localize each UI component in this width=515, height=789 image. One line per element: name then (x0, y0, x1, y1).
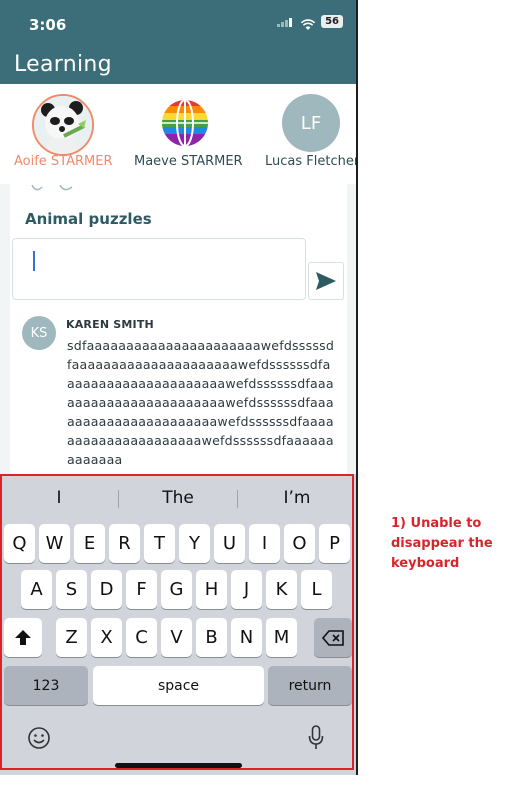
avatar-initials: LF (300, 112, 322, 134)
status-icons: 56 (277, 15, 343, 30)
annotation-highlight-box (0, 474, 354, 770)
participant-name-lucas[interactable]: Lucas Fletcher (265, 154, 357, 169)
send-icon (316, 272, 336, 290)
chat-title: Animal puzzles (25, 210, 152, 228)
message-input[interactable] (12, 238, 306, 300)
send-button[interactable] (308, 262, 344, 300)
message-author: KAREN SMITH (66, 318, 154, 331)
device-edge (356, 0, 358, 775)
status-time: 3:06 (29, 16, 67, 34)
chat-area: Animal puzzles KS KAREN SMITH sdfaaaaaaa… (0, 184, 357, 484)
chat-card: Animal puzzles KS KAREN SMITH sdfaaaaaaa… (10, 184, 347, 484)
battery-icon: 56 (321, 15, 343, 28)
avatar-panda[interactable] (32, 94, 94, 156)
status-bar: 3:06 56 (0, 0, 357, 44)
panda-icon (34, 96, 92, 154)
annotation-note: 1) Unable to disappear the keyboard (391, 516, 493, 571)
rainbow-globe-icon (162, 100, 208, 146)
message-avatar: KS (22, 316, 56, 350)
message-avatar-initials: KS (30, 325, 48, 341)
app-header: Learning (0, 44, 357, 84)
reaction-hint-icon (30, 184, 84, 198)
text-caret (33, 251, 35, 271)
page-title: Learning (14, 52, 112, 77)
message-text: sdfaaaaaaaaaaaaaaaaaaaaaawefdsssssdfaaaa… (67, 338, 335, 467)
wifi-icon (300, 16, 316, 30)
signal-icon (277, 17, 295, 27)
participant-name-aoife[interactable]: Aoife STARMER (14, 154, 113, 169)
participant-name-maeve[interactable]: Maeve STARMER (134, 154, 243, 169)
avatar-initials-lf[interactable]: LF (282, 94, 340, 152)
avatar-rainbow-globe[interactable] (160, 98, 210, 148)
participants-bar: Aoife STARMER Maeve STARMER LF Lucas Fle… (0, 84, 357, 185)
